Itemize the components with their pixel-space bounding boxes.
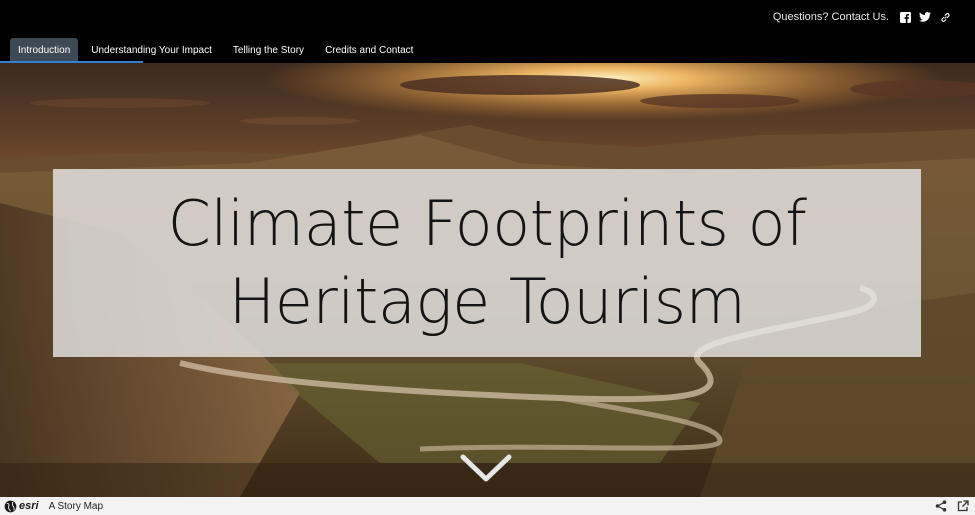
contact-link[interactable]: Questions? Contact Us. (773, 11, 889, 23)
hero-section: Climate Footprints of Heritage Tourism (0, 63, 975, 497)
page-title: Climate Footprints of Heritage Tourism (168, 185, 807, 341)
title-line-1: Climate Footprints of (167, 187, 807, 260)
esri-logo[interactable]: esri (4, 500, 39, 513)
link-icon[interactable] (939, 11, 951, 23)
open-external-icon[interactable] (957, 500, 969, 512)
tab-introduction[interactable]: Introduction (10, 38, 79, 62)
esri-wordmark: esri (19, 500, 39, 512)
tab-understanding-your-impact[interactable]: Understanding Your Impact (83, 38, 220, 62)
title-line-2: Heritage Tourism (228, 265, 746, 338)
twitter-icon[interactable] (919, 11, 931, 23)
site-header: Questions? Contact Us. Introduction Unde… (0, 0, 975, 63)
chevron-down-icon[interactable] (459, 451, 513, 485)
tab-credits-and-contact[interactable]: Credits and Contact (317, 38, 421, 62)
globe-icon (4, 500, 17, 512)
title-panel: Climate Footprints of Heritage Tourism (53, 169, 921, 357)
section-tabs: Introduction Understanding Your Impact T… (10, 38, 426, 62)
footer-label: A Story Map (48, 500, 104, 512)
footer-actions (935, 500, 969, 512)
story-map-footer: esri A Story Map (0, 497, 975, 515)
share-icon[interactable] (935, 500, 947, 512)
tab-telling-the-story[interactable]: Telling the Story (225, 38, 312, 62)
facebook-icon[interactable] (899, 11, 911, 23)
header-links: Questions? Contact Us. (773, 8, 951, 26)
